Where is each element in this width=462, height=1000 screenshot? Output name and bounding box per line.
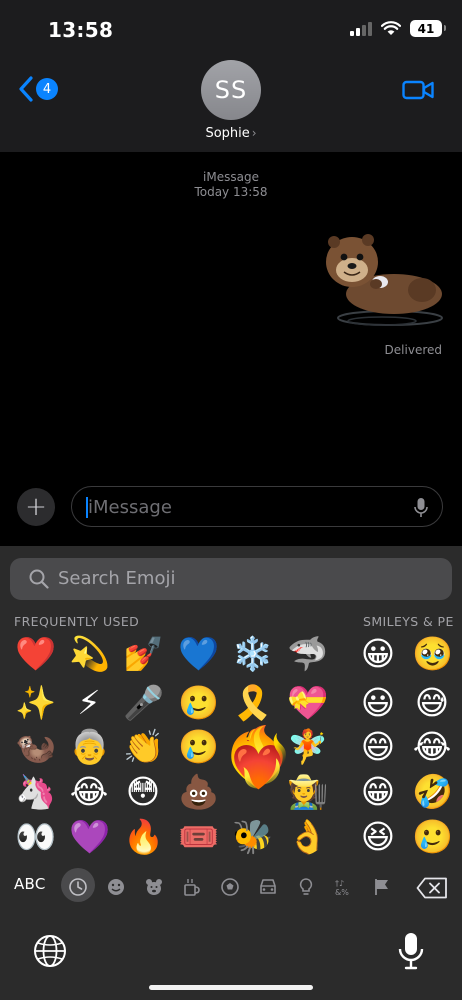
emoji-key[interactable]: 🐝 [232, 817, 273, 857]
message-placeholder: iMessage [88, 497, 172, 518]
recent-clock-icon[interactable] [68, 877, 88, 897]
emoji-key[interactable]: 💅 [123, 634, 164, 674]
chevron-left-icon [19, 76, 33, 102]
contact-avatar[interactable]: SS [201, 60, 261, 120]
emoji-key[interactable]: ⚡ [69, 683, 109, 723]
travel-category-icon[interactable] [258, 877, 278, 897]
emoji-key[interactable]: 🔥 [123, 817, 164, 857]
emoji-key[interactable]: 🤣 [412, 772, 453, 812]
pressed-emoji-preview: ❤️‍🔥 [222, 723, 295, 791]
video-call-icon[interactable] [402, 80, 434, 100]
emoji-key[interactable]: ❄️ [232, 634, 273, 674]
activity-category-icon[interactable] [220, 877, 240, 897]
emoji-key[interactable]: 💩 [178, 772, 219, 812]
message-input[interactable]: iMessage [71, 486, 443, 527]
emoji-search-placeholder: Search Emoji [58, 568, 176, 589]
unread-count-badge: 4 [36, 78, 58, 100]
emoji-key[interactable]: 🦈 [287, 634, 328, 674]
emoji-key[interactable]: 🥲 [178, 683, 219, 723]
service-label: iMessage [203, 170, 259, 184]
emoji-key[interactable]: 😅 [412, 683, 452, 723]
emoji-key[interactable]: 👏 [123, 727, 164, 767]
battery-indicator: 41 [410, 20, 446, 37]
smileys-people-label: SMILEYS & PE [363, 614, 454, 629]
contact-name: Sophie [205, 126, 250, 141]
delivery-status: Delivered [384, 343, 442, 357]
cellular-signal-icon [350, 21, 372, 36]
status-time: 13:58 [48, 18, 114, 42]
emoji-key[interactable]: 👵 [69, 727, 110, 767]
plus-icon: + [25, 492, 47, 522]
abc-keyboard-button[interactable]: ABC [14, 875, 46, 893]
wifi-icon [381, 21, 401, 35]
food-category-icon[interactable] [182, 877, 202, 897]
emoji-key[interactable]: 🦄 [15, 772, 56, 812]
svg-text:&%: &% [335, 888, 349, 897]
svg-text:†♪: †♪ [335, 879, 344, 888]
contact-name-button[interactable]: Sophie › [0, 126, 462, 141]
globe-icon[interactable] [33, 934, 67, 968]
flags-category-icon[interactable] [372, 877, 392, 897]
emoji-key[interactable]: 😆 [358, 817, 398, 857]
emoji-key[interactable]: 💝 [287, 683, 328, 723]
emoji-key[interactable]: ❤️ [15, 634, 56, 674]
emoji-key[interactable]: 💙 [178, 634, 219, 674]
objects-category-icon[interactable] [296, 877, 316, 897]
sea-otter-sticker[interactable] [322, 222, 446, 332]
emoji-key[interactable]: 🥲 [178, 727, 219, 767]
smiley-category-icon[interactable] [106, 877, 126, 897]
conversation-header: 13:58 41 4 SS Sophie › [0, 0, 462, 152]
message-meta: iMessage Today 13:58 [0, 170, 462, 200]
back-button[interactable]: 4 [18, 76, 58, 102]
emoji-key[interactable]: 💜 [69, 817, 110, 857]
emoji-key[interactable]: 😀 [358, 634, 398, 674]
chevron-right-icon: › [251, 126, 257, 140]
home-indicator [149, 985, 313, 990]
emoji-key[interactable]: 😄 [358, 727, 398, 767]
emoji-key[interactable]: 🎤 [123, 683, 164, 723]
animals-category-icon[interactable] [144, 877, 164, 897]
apps-plus-button[interactable]: + [17, 488, 55, 526]
delete-backspace-icon[interactable] [416, 877, 448, 899]
emoji-key[interactable]: 🥹 [412, 634, 453, 674]
emoji-key[interactable]: 😁 [358, 772, 398, 812]
emoji-category-bar: ABC †♪ &% [0, 867, 462, 907]
emoji-key[interactable]: 🥲 [412, 817, 453, 857]
dictation-mic-icon[interactable] [398, 932, 424, 970]
emoji-key[interactable]: 🦦 [15, 727, 56, 767]
emoji-key[interactable]: 💫 [69, 634, 110, 674]
emoji-keyboard: Search Emoji FREQUENTLY USED SMILEYS & P… [0, 546, 462, 1000]
emoji-key[interactable]: 😃 [358, 683, 398, 723]
emoji-key[interactable]: ✨ [15, 683, 56, 723]
dictation-mic-icon[interactable] [414, 497, 428, 518]
emoji-key[interactable]: 😳 [123, 772, 163, 812]
emoji-key[interactable]: 🎟️ [178, 817, 219, 857]
symbols-category-icon[interactable]: †♪ &% [334, 877, 354, 897]
emoji-search-field[interactable]: Search Emoji [10, 558, 452, 600]
emoji-key[interactable]: 👌 [287, 817, 328, 857]
emoji-key[interactable]: 🎗️ [232, 683, 273, 723]
message-timestamp: Today 13:58 [194, 185, 268, 199]
emoji-key[interactable]: 😂 [69, 772, 109, 812]
frequently-used-label: FREQUENTLY USED [14, 614, 140, 629]
emoji-key[interactable]: 👀 [15, 817, 56, 857]
status-icons: 41 [350, 20, 446, 37]
search-icon [29, 569, 49, 589]
emoji-key[interactable]: 😂 [412, 727, 452, 767]
